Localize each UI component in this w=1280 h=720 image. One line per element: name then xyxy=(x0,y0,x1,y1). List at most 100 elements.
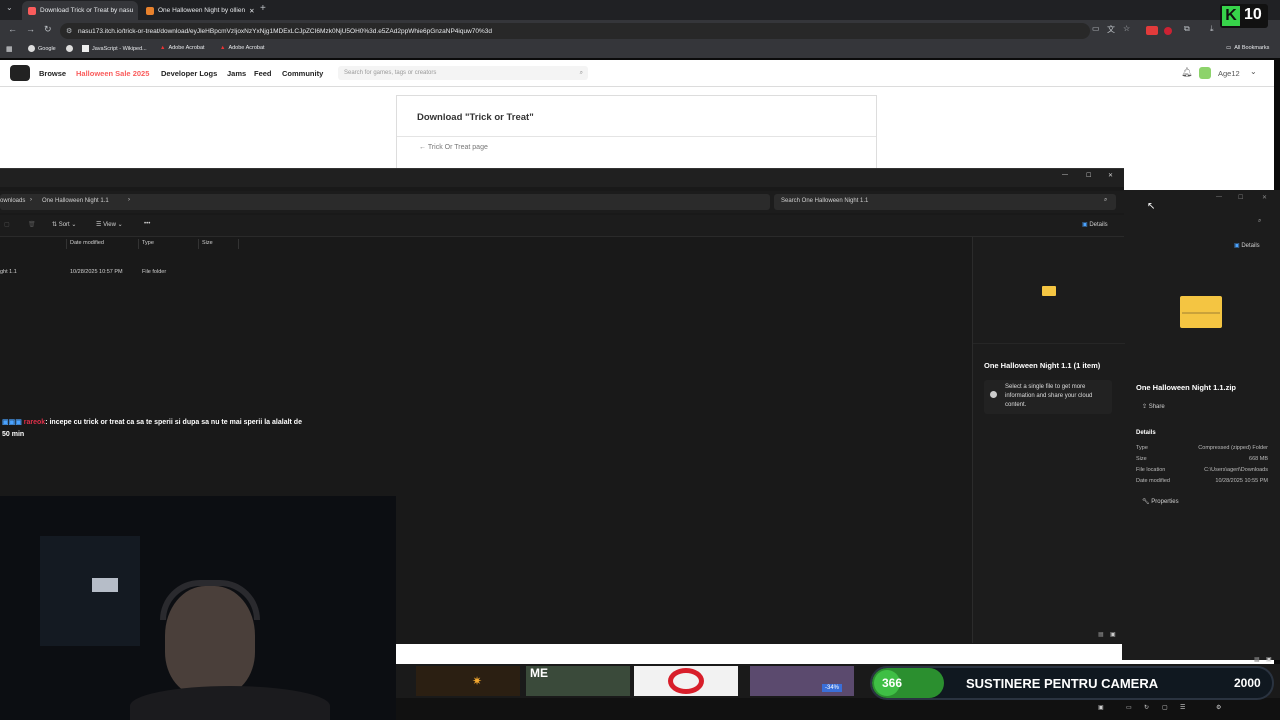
view-button[interactable]: ☰ View ⌄ xyxy=(96,221,123,228)
info-icon xyxy=(990,391,997,398)
scroll-icon[interactable]: ▣ xyxy=(1266,656,1272,663)
cast-icon[interactable]: ▭ xyxy=(1092,24,1100,33)
taskbar-icon[interactable]: ▢ xyxy=(1162,704,1168,711)
share-icon: ⇪ xyxy=(1142,404,1148,410)
new-tab-icon[interactable]: + xyxy=(260,3,266,14)
itch-search-input[interactable]: Search for games, tags or creators ⌕ xyxy=(338,66,588,80)
nav-feed[interactable]: Feed xyxy=(254,69,272,78)
extension-icon[interactable] xyxy=(1146,26,1158,35)
prop-key: Size xyxy=(1136,456,1147,462)
red-art-icon xyxy=(668,668,704,694)
properties-button[interactable]: 🔧︎ Properties xyxy=(1142,498,1179,505)
apps-icon[interactable]: ▦ xyxy=(6,45,13,53)
nav-community[interactable]: Community xyxy=(282,69,323,78)
github-icon xyxy=(66,45,73,52)
search-icon[interactable]: ⌕ xyxy=(1258,218,1261,225)
sort-button[interactable]: ⇅ Sort ⌄ xyxy=(52,221,76,228)
property-row: Type Compressed (zipped) Folder xyxy=(1136,445,1268,456)
table-row[interactable]: ght 1.1 10/28/2025 10:57 PM File folder xyxy=(0,267,240,279)
close-icon[interactable]: ✕ xyxy=(1108,172,1113,179)
divider xyxy=(973,343,1125,344)
view-label: View xyxy=(103,222,116,228)
game-thumbnail[interactable] xyxy=(634,666,738,696)
close-icon[interactable]: ✕ xyxy=(249,7,254,15)
chevron-down-icon[interactable]: ⌄ xyxy=(1250,67,1257,76)
search-placeholder: Search for games, tags or creators xyxy=(344,70,437,76)
taskbar-icon[interactable]: ▣ xyxy=(1098,704,1104,711)
reload-icon[interactable]: ↻ xyxy=(44,24,52,35)
maximize-icon[interactable]: ☐ xyxy=(1238,194,1243,201)
game-thumbnail[interactable]: ✷ xyxy=(416,666,520,696)
taskbar-icon[interactable]: ▭ xyxy=(1126,704,1132,711)
minimize-icon[interactable]: — xyxy=(1216,194,1222,200)
nav-halloween-sale[interactable]: Halloween Sale 2025 xyxy=(76,69,149,78)
more-button[interactable]: ••• xyxy=(144,221,150,227)
nav-developer-logs[interactable]: Developer Logs xyxy=(161,69,217,78)
chat-text: : incepe cu trick or treat ca sa te sper… xyxy=(2,419,302,438)
tab-list-icon[interactable]: ⌄ xyxy=(6,3,13,12)
explorer-search-input[interactable]: Search One Halloween Night 1.1 ⌕ xyxy=(774,194,1116,210)
search-icon[interactable]: ⌕ xyxy=(580,66,583,80)
back-link[interactable]: ← Trick Or Treat page xyxy=(419,144,488,151)
taskbar-icon[interactable]: ⚙ xyxy=(1216,704,1221,711)
bookmark-github[interactable] xyxy=(66,45,73,52)
itch-logo-icon[interactable] xyxy=(10,65,30,81)
tab-download-trick-or-treat[interactable]: Download Trick or Treat by nasu ✕ xyxy=(22,1,138,20)
taskbar-icon[interactable]: ☰ xyxy=(1180,704,1185,711)
column-type[interactable]: Type xyxy=(142,240,154,246)
extensions-puzzle-icon[interactable]: ⧉ xyxy=(1184,24,1190,34)
column-date[interactable]: Date modified xyxy=(70,240,104,246)
property-row: Date modified 10/28/2025 10:55 PM xyxy=(1136,478,1268,489)
game-thumbnail[interactable]: ME xyxy=(526,666,630,696)
minimize-icon[interactable]: — xyxy=(1062,172,1068,178)
tab-one-halloween-night[interactable]: One Halloween Night by ollien ✕ xyxy=(140,1,258,20)
bookmark-label: Google xyxy=(38,45,56,52)
zip-folder-icon xyxy=(1180,296,1222,328)
bookmark-label: JavaScript - Wikiped... xyxy=(92,45,147,52)
download-icon[interactable]: ⤓ xyxy=(1210,24,1214,34)
bookmark-wikipedia[interactable]: JavaScript - Wikiped... xyxy=(82,45,147,52)
share-button[interactable]: ⇪ Share xyxy=(1142,403,1165,410)
avatar[interactable] xyxy=(1199,67,1211,79)
taskbar-icon[interactable]: ↻ xyxy=(1144,704,1149,711)
back-icon[interactable]: ← xyxy=(8,24,17,34)
username[interactable]: Age12 xyxy=(1218,69,1240,78)
details-button[interactable]: ▣ Details xyxy=(1234,242,1260,249)
breadcrumb-item[interactable]: ownloads xyxy=(0,198,25,204)
bookmark-adobe-2[interactable]: ▲ Adobe Acrobat xyxy=(220,45,265,51)
nav-jams[interactable]: Jams xyxy=(227,69,246,78)
delete-icon[interactable]: 🗑︎ xyxy=(28,221,36,228)
tiles-view-icon[interactable]: ▣ xyxy=(1110,631,1116,638)
game-thumbnail[interactable]: -34% xyxy=(750,666,854,696)
site-info-icon[interactable]: ⚙ xyxy=(66,27,72,35)
discount-badge: -34% xyxy=(822,684,843,692)
details-button[interactable]: ▣ Details xyxy=(1082,221,1108,228)
extension-icon[interactable] xyxy=(1164,27,1172,35)
close-icon[interactable]: ✕ xyxy=(137,7,138,15)
close-icon[interactable]: ✕ xyxy=(1262,194,1267,201)
breadcrumb[interactable]: ownloads › One Halloween Night 1.1 › xyxy=(0,194,770,210)
breadcrumb-item[interactable]: One Halloween Night 1.1 xyxy=(42,198,109,204)
goal-title: SUSTINERE PENTRU CAMERA xyxy=(966,676,1159,691)
maximize-icon[interactable]: ☐ xyxy=(1086,172,1091,179)
itch-favicon-icon xyxy=(146,6,154,15)
column-size[interactable]: Size xyxy=(202,240,213,246)
bookmark-label: All Bookmarks xyxy=(1234,45,1270,51)
bookmark-adobe-1[interactable]: ▲ Adobe Acrobat xyxy=(160,45,205,51)
scroll-icon[interactable]: ▦ xyxy=(1254,656,1260,663)
copy-icon[interactable]: ▢ xyxy=(4,221,10,228)
sort-icon: ⇅ xyxy=(52,222,58,228)
nav-browse[interactable]: Browse xyxy=(39,69,66,78)
chevron-right-icon[interactable]: › xyxy=(128,197,130,203)
translate-icon[interactable]: 文 xyxy=(1107,24,1115,35)
url-field[interactable]: ⚙ nasu173.itch.io/trick-or-treat/downloa… xyxy=(60,23,1090,39)
forward-icon[interactable]: → xyxy=(26,24,35,34)
bookmark-star-icon[interactable]: ☆ xyxy=(1123,24,1130,33)
bookmark-google[interactable]: Google xyxy=(28,45,56,52)
star-icon: ✷ xyxy=(472,674,483,688)
folder-icon xyxy=(1042,286,1056,296)
search-icon[interactable]: ⌕ xyxy=(1104,197,1107,204)
bell-icon[interactable]: 🔔︎ xyxy=(1181,67,1192,78)
all-bookmarks[interactable]: ▭ All Bookmarks xyxy=(1226,45,1269,51)
details-view-icon[interactable]: ▦ xyxy=(1098,631,1104,638)
